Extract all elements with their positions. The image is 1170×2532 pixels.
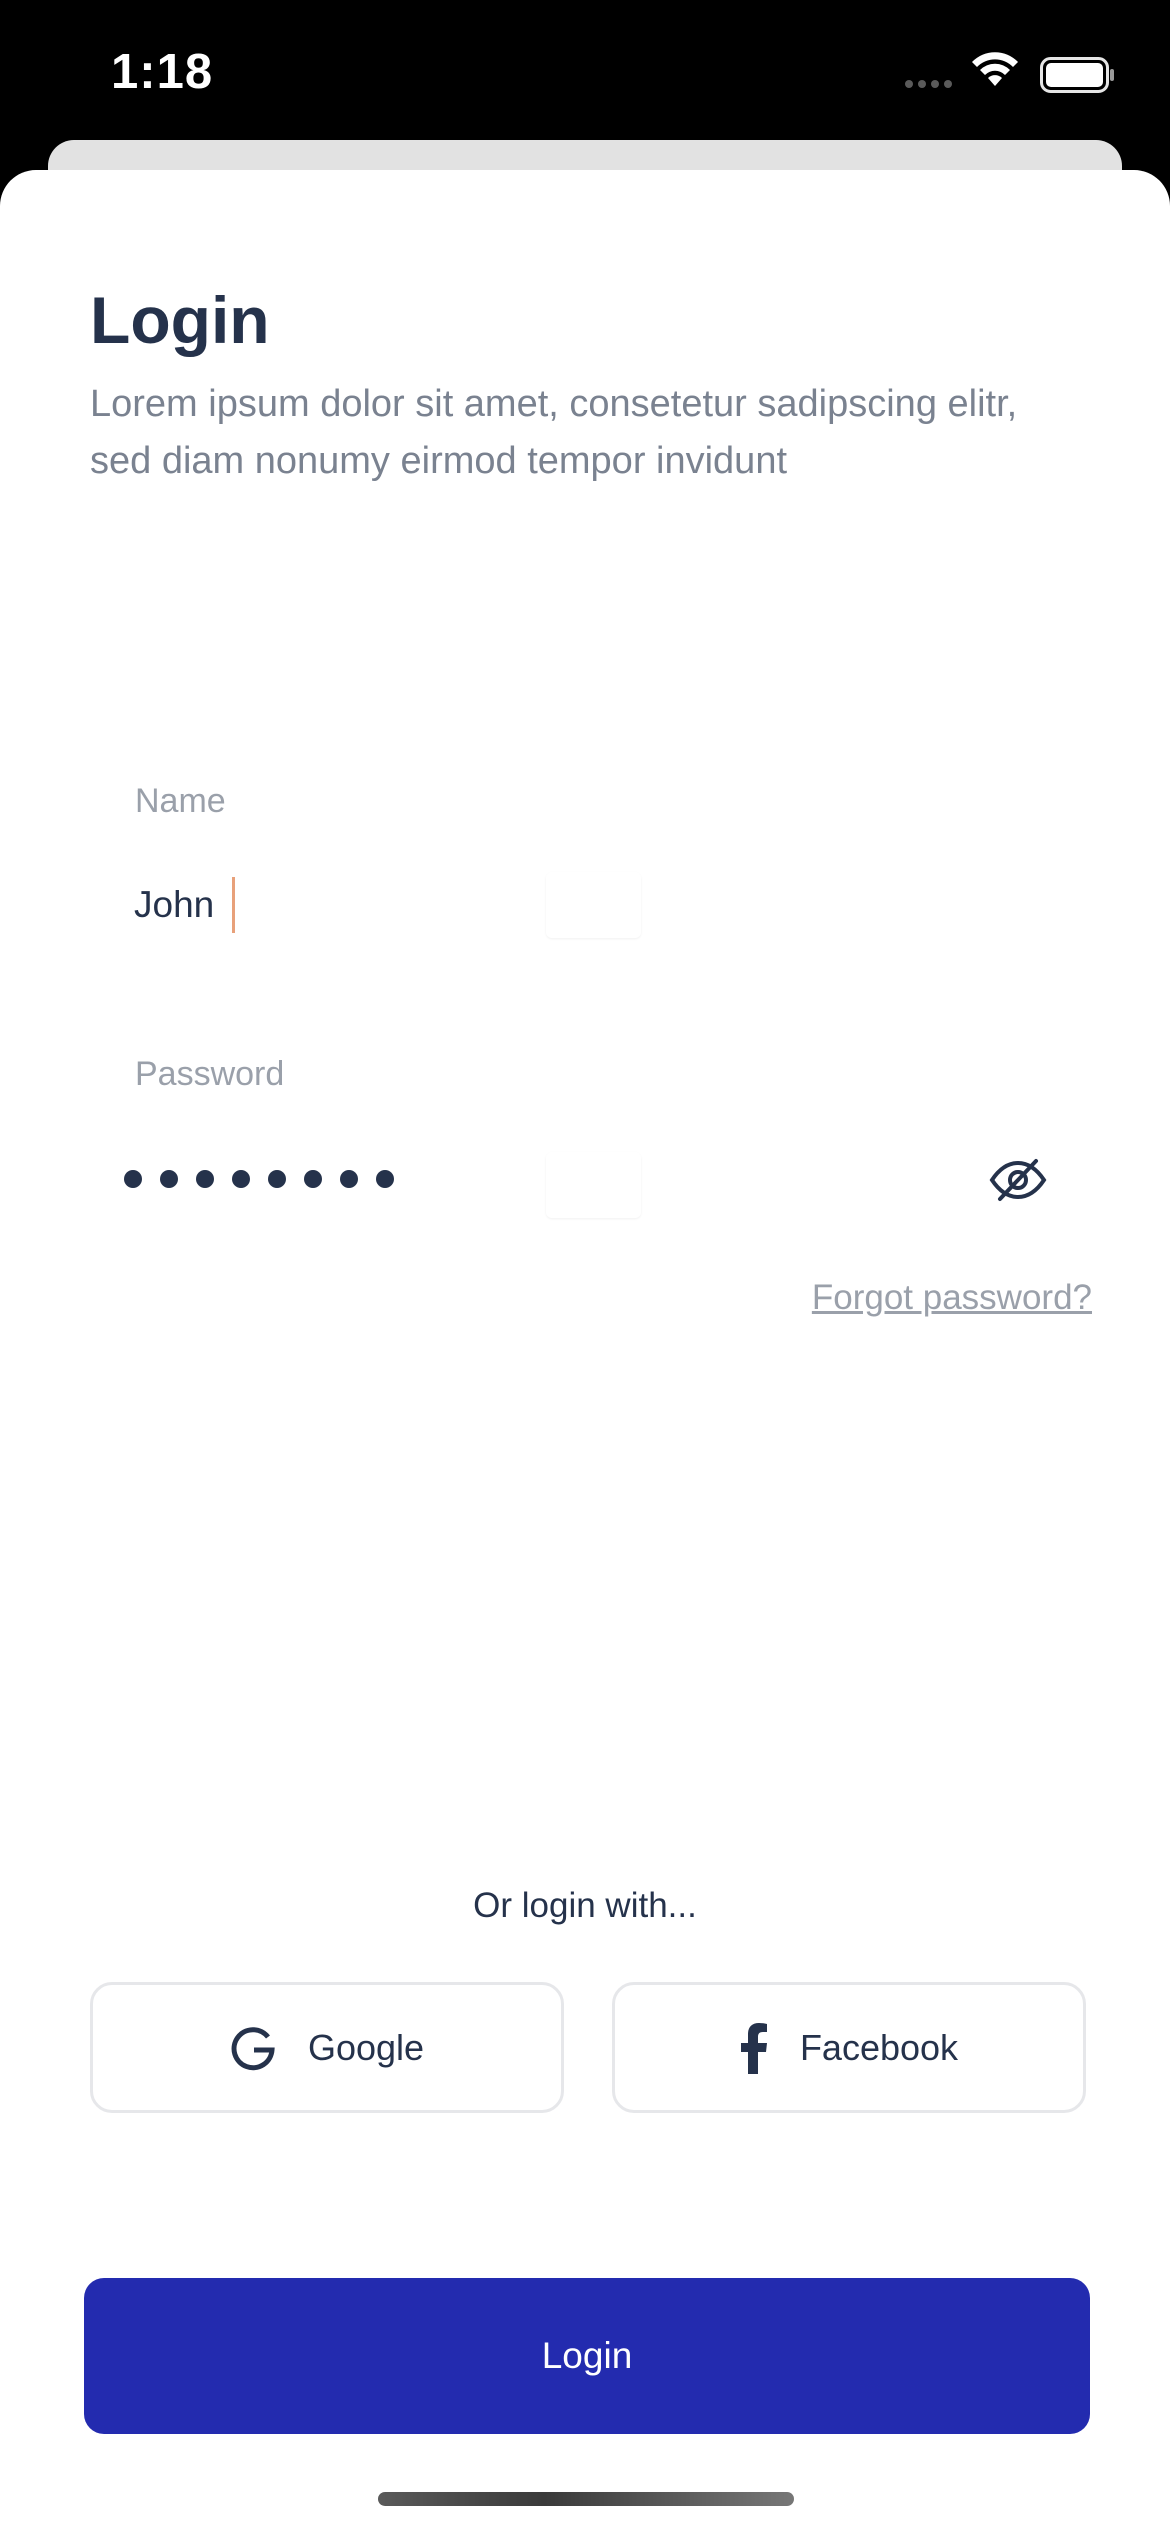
wifi-icon <box>970 50 1020 95</box>
social-login-heading: Or login with... <box>473 1886 697 1925</box>
page-subtitle: Lorem ipsum dolor sit amet, consetetur s… <box>90 383 1018 482</box>
page-title: Login <box>90 283 270 357</box>
password-label: Password <box>135 1055 285 1093</box>
battery-icon <box>1040 57 1116 98</box>
password-field[interactable] <box>124 1170 394 1188</box>
name-label: Name <box>135 782 226 820</box>
login-button[interactable]: Login <box>84 2278 1090 2434</box>
cellular-signal-icon <box>905 80 952 88</box>
toggle-password-visibility-button[interactable] <box>986 1155 1050 1205</box>
facebook-icon <box>740 2022 767 2074</box>
google-label: Google <box>307 2026 425 2068</box>
name-value: John <box>134 884 215 925</box>
status-time: 1:18 <box>111 45 214 99</box>
status-bar: 1:18 <box>0 0 1170 150</box>
field-decoration <box>546 872 641 938</box>
eye-off-icon <box>989 1159 1047 1201</box>
login-button-label: Login <box>541 2335 633 2376</box>
home-indicator <box>378 2492 794 2506</box>
facebook-login-button[interactable]: Facebook <box>612 1982 1086 2113</box>
forgot-password-link[interactable]: Forgot password? <box>812 1278 1092 1318</box>
google-login-button[interactable]: Google <box>90 1982 564 2113</box>
google-icon <box>231 2026 275 2070</box>
text-caret <box>232 877 236 933</box>
facebook-label: Facebook <box>799 2026 959 2068</box>
login-sheet: Login Lorem ipsum dolor sit amet, conset… <box>0 170 1170 2532</box>
field-decoration <box>546 1152 641 1218</box>
